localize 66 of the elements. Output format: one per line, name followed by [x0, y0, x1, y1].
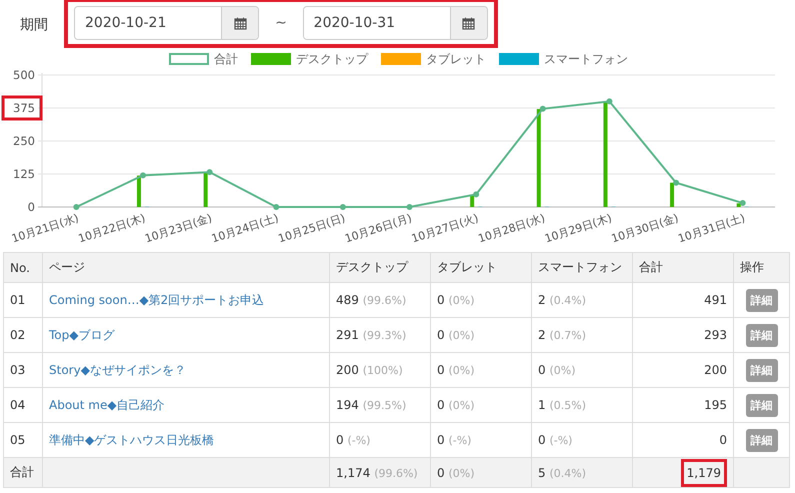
page-link[interactable]: Story◆なぜサイポンを？ [49, 362, 186, 376]
range-separator: ~ [274, 15, 288, 31]
detail-button[interactable]: 詳細 [746, 428, 778, 452]
table-cell: 1,179 [680, 458, 727, 486]
data-point [140, 172, 146, 178]
legend-label: 合計 [214, 50, 238, 68]
axis-label: 500 [13, 68, 35, 82]
data-point [673, 180, 680, 186]
table-cell: 194 (99.5%) [330, 388, 430, 422]
calendar-icon[interactable] [221, 7, 258, 39]
data-point [340, 204, 346, 210]
table-cell: 0 (0%) [430, 352, 532, 388]
column-header: 操作 [734, 252, 790, 282]
data-point [73, 204, 80, 210]
calendar-icon[interactable] [450, 7, 487, 39]
axis-label: 125 [13, 167, 35, 181]
table-cell: 491 [632, 282, 734, 318]
column-header: 合計 [632, 252, 734, 282]
detail-button[interactable]: 詳細 [746, 358, 778, 382]
period-label: 期間 [20, 16, 49, 34]
table-cell: 195 [632, 388, 734, 422]
data-point [606, 98, 612, 104]
axis-label: 250 [13, 134, 35, 148]
table-cell: 0 (0%) [430, 458, 532, 488]
legend-label: タブレット [426, 50, 486, 68]
column-header: デスクトップ [330, 252, 430, 282]
table-cell: 2 (0.7%) [532, 318, 632, 352]
table-cell: 0 (0%) [532, 352, 632, 388]
table-cell: 02 [4, 318, 42, 352]
table-cell: 0 (0%) [430, 318, 532, 352]
table-cell: 04 [4, 388, 42, 422]
column-header: ページ [42, 252, 330, 282]
legend-label: スマートフォン [544, 50, 628, 68]
data-point [406, 204, 412, 210]
data-point [273, 204, 280, 210]
axis-label: 375 [13, 101, 35, 115]
data-point [540, 106, 546, 112]
table-cell: 200 [632, 352, 734, 388]
table-cell: 293 [632, 318, 734, 352]
table-cell: 291 (99.3%) [330, 318, 430, 352]
data-point [740, 200, 746, 206]
axis-label: 0 [28, 200, 35, 214]
detail-button[interactable]: 詳細 [746, 288, 778, 312]
table-cell: 489 (99.6%) [330, 282, 430, 318]
detail-button[interactable]: 詳細 [746, 324, 778, 346]
column-header: No. [4, 252, 42, 282]
data-point [473, 191, 480, 198]
table-cell: 0 (0%) [430, 388, 532, 422]
table-cell: 200 (100%) [330, 352, 430, 388]
page-link[interactable]: Top◆ブログ [49, 328, 114, 342]
table-cell: 2 (0.4%) [532, 282, 632, 318]
table-cell: 1 (0.5%) [532, 388, 632, 422]
date-field[interactable]: 2020-10-21 [74, 6, 260, 40]
table-cell: 5 (0.4%) [532, 458, 632, 488]
page-link[interactable]: About me◆自己紹介 [49, 398, 165, 412]
legend-label: デスクトップ [296, 50, 368, 68]
detail-button[interactable]: 詳細 [746, 394, 778, 416]
table-cell: 0 (0%) [430, 282, 532, 318]
table-cell: 1,174 (99.6%) [330, 458, 430, 488]
column-header: スマートフォン [532, 252, 632, 282]
table-cell: 合計 [4, 458, 42, 488]
column-header: タブレット [430, 252, 532, 282]
date-field[interactable]: 2020-10-31 [302, 6, 488, 40]
table-cell: 01 [4, 282, 42, 318]
table-cell: 03 [4, 352, 42, 388]
data-point [206, 169, 213, 176]
